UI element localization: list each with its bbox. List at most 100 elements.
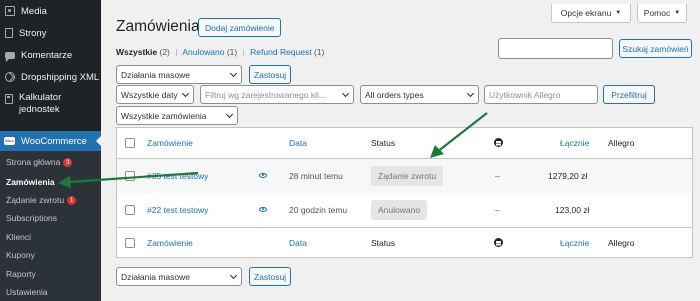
sidebar-item-dropshipping[interactable]: Dropshipping XML <box>0 69 101 85</box>
row-checkbox[interactable] <box>125 205 135 215</box>
submenu-item-subscriptions[interactable]: Subscriptions <box>6 213 57 223</box>
customer-filter-select[interactable]: Filtruj wg zarejestrowanego kli... <box>200 85 354 104</box>
table-row[interactable]: #35 test testowy 28 minut temu Żądanie z… <box>117 159 692 193</box>
order-type-select[interactable]: All orders types <box>360 85 479 104</box>
sidebar-item-label: Strony <box>19 27 47 39</box>
chevron-down-icon <box>229 69 238 78</box>
submenu-label: Subscriptions <box>6 213 58 223</box>
sidebar-item-calculator[interactable]: Kalkulator jednostek <box>0 92 101 118</box>
submenu-item-customers[interactable]: Klienci <box>6 232 31 242</box>
woocommerce-logo-icon: Woo <box>4 137 15 145</box>
table-row[interactable]: #22 test testowy 20 godzin temu Anulowan… <box>117 193 692 227</box>
chevron-down-icon <box>466 89 475 98</box>
select-all-checkbox[interactable] <box>125 138 135 148</box>
submenu-item-home[interactable]: Strona główna 3 <box>6 157 73 167</box>
select-all-checkbox-bottom[interactable] <box>125 238 135 248</box>
select-value: Wszystkie zamówienia <box>121 110 207 121</box>
submenu-label: Zamówienia <box>6 177 55 187</box>
all-orders-select[interactable]: Wszystkie zamówienia <box>116 106 238 125</box>
submenu-label: Strona główna <box>6 157 61 167</box>
column-status: Status <box>371 238 396 248</box>
input-placeholder: Użytkownik Allegro <box>489 89 561 100</box>
submenu-item-orders[interactable]: Zamówienia <box>6 177 55 187</box>
order-total: 1279,20 zł <box>548 171 588 181</box>
submenu-label: Żądanie zwrotu <box>6 195 65 205</box>
column-order[interactable]: Zamówienie <box>147 238 193 248</box>
chevron-down-icon <box>229 271 238 280</box>
column-allegro: Allegro <box>608 238 635 248</box>
status-badge: Żądanie zwrotu <box>371 166 444 186</box>
sidebar-item-pages[interactable]: Strony <box>0 25 101 41</box>
submenu-label: Raporty <box>6 269 36 279</box>
search-orders-input[interactable] <box>498 38 613 59</box>
woocommerce-submenu: Strona główna 3 Zamówienia Żądanie zwrot… <box>0 151 101 301</box>
count-badge: 1 <box>67 195 77 205</box>
column-total[interactable]: Łącznie <box>560 138 589 148</box>
sidebar-item-woocommerce[interactable]: Woo WooCommerce <box>0 131 101 151</box>
column-date[interactable]: Data <box>289 238 307 248</box>
allegro-cell: – <box>495 205 500 215</box>
bulk-actions-select-top[interactable]: Działania masowe <box>116 65 242 84</box>
search-orders-button[interactable]: Szukaj zamówień <box>619 39 692 58</box>
status-views: Wszystkie (2) | Anulowano (1) | Refund R… <box>116 47 324 57</box>
pages-icon <box>5 28 13 38</box>
submenu-item-refund-request[interactable]: Żądanie zwrotu 1 <box>6 195 77 205</box>
order-link[interactable]: #35 test testowy <box>147 171 208 181</box>
chevron-down-icon <box>225 110 234 119</box>
order-link[interactable]: #22 test testowy <box>147 205 208 215</box>
page-title: Zamówienia <box>116 18 200 35</box>
view-cancelled-count: (1) <box>226 47 238 57</box>
column-status: Status <box>371 138 396 148</box>
column-total[interactable]: Łącznie <box>560 238 589 248</box>
sidebar-item-label: Kalkulator <box>19 92 62 103</box>
screen-options-label: Opcje ekranu <box>560 8 612 18</box>
view-all[interactable]: Wszystkie <box>116 47 157 57</box>
chevron-down-icon <box>181 89 190 98</box>
sidebar-item-media[interactable]: Media <box>0 3 101 19</box>
count-badge: 3 <box>63 157 73 167</box>
calculator-icon <box>5 94 13 104</box>
submenu-item-settings[interactable]: Ustawienia <box>6 287 48 297</box>
submenu-item-reports[interactable]: Raporty <box>6 269 36 279</box>
table-footer: Zamówienie Data Status Łącznie Allegro <box>117 227 692 258</box>
column-allegro: Allegro <box>608 138 635 148</box>
column-order[interactable]: Zamówienie <box>147 138 193 148</box>
sidebar-item-label-line2: jednostek <box>19 104 60 115</box>
select-value: Wszystkie daty <box>121 89 178 100</box>
add-order-button[interactable]: Dodaj zamówienie <box>198 18 282 37</box>
screen-options-button[interactable]: Opcje ekranu ▼ <box>551 4 631 23</box>
select-placeholder: Filtruj wg zarejestrowanego kli... <box>205 89 326 100</box>
help-button[interactable]: Pomoc ▼ <box>637 4 687 23</box>
allegro-user-input[interactable]: Użytkownik Allegro <box>484 85 598 104</box>
view-cancelled[interactable]: Anulowano <box>182 47 224 57</box>
select-value: Działania masowe <box>121 271 190 282</box>
submenu-item-coupons[interactable]: Kupony <box>6 250 35 260</box>
apply-button-bottom[interactable]: Zastosuj <box>249 267 291 286</box>
allegro-column-icon <box>494 238 503 247</box>
allegro-cell: – <box>495 171 500 181</box>
apply-button-top[interactable]: Zastosuj <box>249 65 291 84</box>
dropshipping-icon <box>5 72 15 82</box>
chevron-down-icon <box>341 89 350 98</box>
select-value: Działania masowe <box>121 69 190 80</box>
admin-sidebar: Media Strony Komentarze Dropshipping XML… <box>0 0 101 301</box>
preview-eye-icon[interactable] <box>259 207 267 212</box>
view-refund-count: (1) <box>313 47 325 57</box>
sidebar-item-label: Dropshipping XML <box>21 71 100 83</box>
order-date: 20 godzin temu <box>289 205 348 215</box>
sidebar-item-label: Komentarze <box>21 49 73 61</box>
order-total: 123,00 zł <box>555 205 590 215</box>
preview-eye-icon[interactable] <box>259 173 267 178</box>
sidebar-item-comments[interactable]: Komentarze <box>0 47 101 63</box>
date-filter-select[interactable]: Wszystkie daty <box>116 85 194 104</box>
view-refund-request[interactable]: Refund Request <box>250 47 311 57</box>
view-all-count: (2) <box>159 47 170 57</box>
column-date[interactable]: Data <box>289 138 307 148</box>
row-checkbox[interactable] <box>125 171 135 181</box>
bulk-actions-select-bottom[interactable]: Działania masowe <box>116 267 242 286</box>
submenu-label: Klienci <box>6 232 32 242</box>
comments-icon <box>5 51 15 62</box>
filter-button[interactable]: Przefiltruj <box>603 85 655 104</box>
help-label: Pomoc <box>643 8 671 18</box>
allegro-column-icon <box>494 138 503 147</box>
